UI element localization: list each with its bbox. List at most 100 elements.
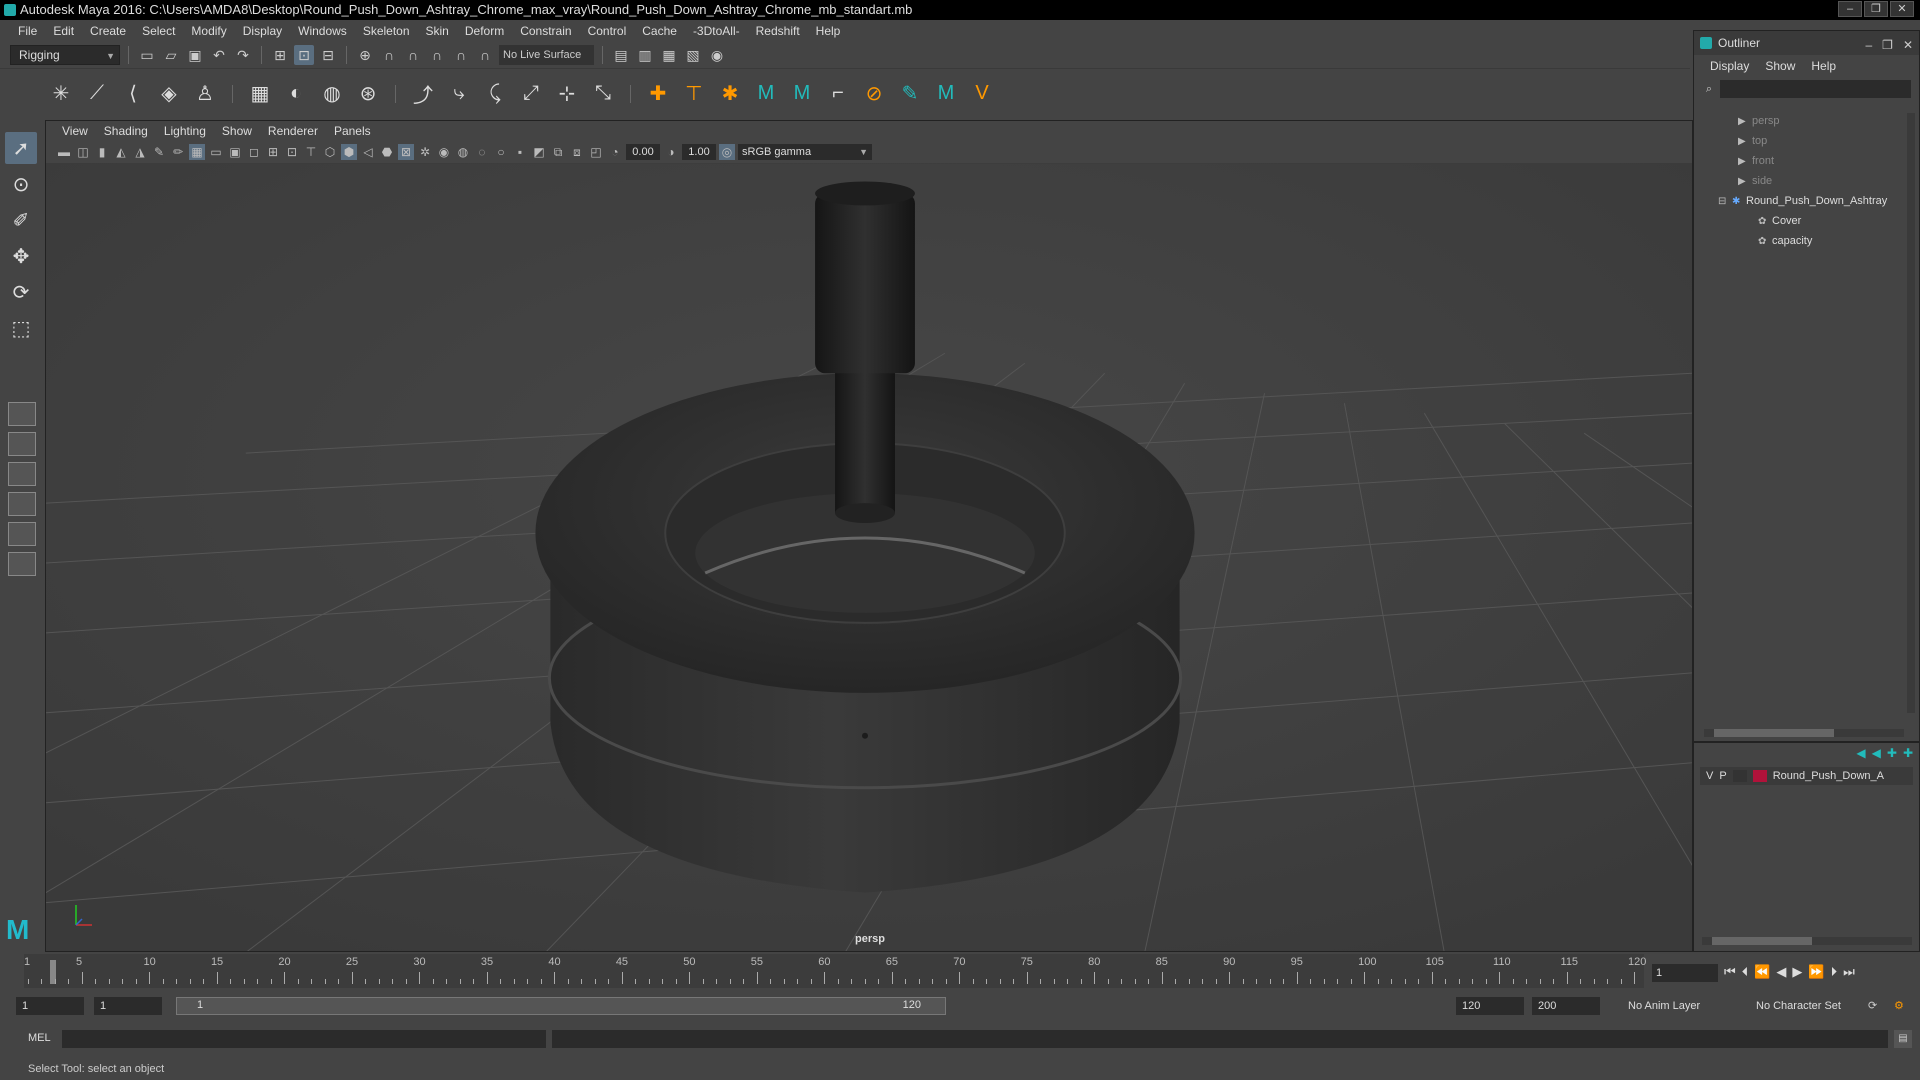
menu-3dtoall[interactable]: -3DtoAll-: [685, 20, 748, 42]
render-view-icon[interactable]: ▤: [611, 45, 631, 65]
view-transform-icon[interactable]: ◮: [132, 144, 148, 160]
scale-tool-icon[interactable]: ⬚: [5, 312, 37, 344]
menu-constrain[interactable]: Constrain: [512, 20, 579, 42]
command-input[interactable]: [62, 1030, 546, 1048]
image-plane-icon[interactable]: ◭: [113, 144, 129, 160]
menu-create[interactable]: Create: [82, 20, 134, 42]
outliner-item-ashtray-group[interactable]: ⊟ ✱ Round_Push_Down_Ashtray: [1704, 191, 1904, 211]
depth-of-field-icon[interactable]: ○: [493, 144, 509, 160]
step-back-key-icon[interactable]: ⏪: [1754, 964, 1770, 980]
vp-menu-shading[interactable]: Shading: [96, 124, 156, 138]
save-scene-icon[interactable]: ▣: [185, 45, 205, 65]
paint-skin-icon[interactable]: ✎: [897, 81, 923, 107]
field-chart-icon[interactable]: ⊞: [265, 144, 281, 160]
scale-constraint-icon[interactable]: ⤢: [518, 81, 544, 107]
wrap-icon[interactable]: ⊛: [355, 81, 381, 107]
menu-skeleton[interactable]: Skeleton: [355, 20, 418, 42]
layer-playback-toggle[interactable]: P: [1719, 770, 1726, 782]
outliner-item-side[interactable]: ▶ side: [1704, 171, 1904, 191]
ik-handle-icon[interactable]: ⟋: [84, 81, 110, 107]
select-hierarchy-icon[interactable]: ⊞: [270, 45, 290, 65]
grease-pencil-icon[interactable]: ✏: [170, 144, 186, 160]
layer-move-down-icon[interactable]: ◀: [1872, 746, 1881, 760]
lasso-tool-icon[interactable]: ⊙: [5, 168, 37, 200]
two-pane-layout-icon[interactable]: [8, 462, 36, 486]
textured-icon[interactable]: ⬣: [379, 144, 395, 160]
persp-graph-layout-icon[interactable]: [8, 522, 36, 546]
collapse-icon[interactable]: ⊟: [1718, 192, 1732, 211]
safe-action-icon[interactable]: ⊡: [284, 144, 300, 160]
close-button[interactable]: ✕: [1890, 1, 1914, 17]
persp-hypergraph-layout-icon[interactable]: [8, 552, 36, 576]
play-backwards-icon[interactable]: ◀: [1776, 964, 1786, 980]
character-set-dropdown[interactable]: No Character Set: [1752, 997, 1862, 1015]
insert-joint-icon[interactable]: ✱: [717, 81, 743, 107]
select-tool-icon[interactable]: ➚: [5, 132, 37, 164]
film-gate-icon[interactable]: ▭: [208, 144, 224, 160]
exposure-icon[interactable]: ◔: [607, 144, 623, 160]
ambient-occlusion-icon[interactable]: ◉: [436, 144, 452, 160]
animation-preferences-icon[interactable]: ⚙: [1890, 997, 1910, 1015]
menu-display[interactable]: Display: [235, 20, 290, 42]
playback-end-field[interactable]: 120: [1456, 997, 1524, 1015]
vp-menu-view[interactable]: View: [54, 124, 96, 138]
vp-menu-renderer[interactable]: Renderer: [260, 124, 326, 138]
outliner-close-button[interactable]: ✕: [1903, 33, 1913, 57]
view-transform-dropdown[interactable]: sRGB gamma: [738, 144, 872, 160]
auto-key-icon[interactable]: ⟳: [1864, 997, 1884, 1015]
gamma-icon[interactable]: ◑: [663, 144, 679, 160]
new-layer-icon[interactable]: ✚: [1887, 746, 1897, 760]
aim-constraint-icon[interactable]: ⊹: [554, 81, 580, 107]
undo-icon[interactable]: ↶: [209, 45, 229, 65]
vp-menu-show[interactable]: Show: [214, 124, 260, 138]
xray-joints-icon[interactable]: ⧉: [550, 144, 566, 160]
select-object-icon[interactable]: ⊡: [294, 45, 314, 65]
go-to-start-icon[interactable]: ⏮: [1724, 964, 1736, 980]
mirror-skin-icon[interactable]: M: [933, 81, 959, 107]
outliner-minimize-button[interactable]: –: [1865, 33, 1872, 57]
color-management-icon[interactable]: ◎: [719, 144, 735, 160]
scrollbar-thumb[interactable]: [1714, 729, 1834, 737]
menu-control[interactable]: Control: [580, 20, 635, 42]
menu-modify[interactable]: Modify: [183, 20, 234, 42]
play-forwards-icon[interactable]: ▶: [1792, 964, 1802, 980]
paint-weights-icon[interactable]: ⌐: [825, 81, 851, 107]
blend-shape-icon[interactable]: V: [969, 81, 995, 107]
exposure-field[interactable]: 0.00: [626, 144, 660, 160]
scrollbar-thumb[interactable]: [1712, 937, 1812, 945]
outliner-search-input[interactable]: [1720, 80, 1911, 98]
outliner-item-front[interactable]: ▶ front: [1704, 151, 1904, 171]
animation-end-field[interactable]: 200: [1532, 997, 1600, 1015]
persp-outliner-layout-icon[interactable]: [8, 492, 36, 516]
menu-edit[interactable]: Edit: [45, 20, 82, 42]
playback-start-field[interactable]: 1: [94, 997, 162, 1015]
xray-icon[interactable]: ◩: [531, 144, 547, 160]
outliner-menu-help[interactable]: Help: [1803, 59, 1844, 73]
outliner-menu-show[interactable]: Show: [1757, 59, 1803, 73]
backface-culling-icon[interactable]: ◰: [588, 144, 604, 160]
outliner-horizontal-scrollbar[interactable]: [1704, 729, 1904, 737]
resolution-gate-icon[interactable]: ▣: [227, 144, 243, 160]
menu-cache[interactable]: Cache: [634, 20, 685, 42]
safe-title-icon[interactable]: ⊤: [303, 144, 319, 160]
paint-select-icon[interactable]: ✐: [5, 204, 37, 236]
human-ik-icon[interactable]: ♙: [192, 81, 218, 107]
command-language-label[interactable]: MEL: [28, 1032, 51, 1044]
menu-skin[interactable]: Skin: [418, 20, 457, 42]
time-slider-track[interactable]: 1 5 10 15 20 25 30 35 40 45 50 55 60 65 70 75 80 85 90 95 1…: [24, 954, 1646, 988]
snap-point-icon[interactable]: ∩: [403, 45, 423, 65]
ipr-render-icon[interactable]: ▦: [659, 45, 679, 65]
filter-icon[interactable]: ⌕: [1702, 82, 1716, 96]
bookmark-icon[interactable]: ▮: [94, 144, 110, 160]
menu-redshift[interactable]: Redshift: [748, 20, 808, 42]
vp-menu-lighting[interactable]: Lighting: [156, 124, 214, 138]
render-settings-icon[interactable]: ▧: [683, 45, 703, 65]
new-scene-icon[interactable]: ▭: [137, 45, 157, 65]
redo-icon[interactable]: ↷: [233, 45, 253, 65]
joint-orient-icon[interactable]: ⊤: [681, 81, 707, 107]
outliner-item-cover[interactable]: ✿ Cover: [1704, 211, 1904, 231]
xray-active-icon[interactable]: ⧈: [569, 144, 585, 160]
camera-attributes-icon[interactable]: ◫: [75, 144, 91, 160]
snap-surface-icon[interactable]: ∩: [451, 45, 471, 65]
outliner-item-persp[interactable]: ▶ persp: [1704, 111, 1904, 131]
